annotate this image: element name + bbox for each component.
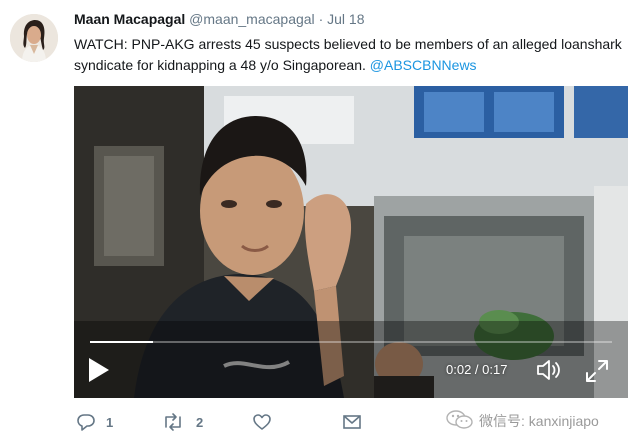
play-icon	[89, 358, 109, 382]
tweet-date[interactable]: Jul 18	[327, 11, 364, 27]
reply-icon	[77, 414, 95, 431]
progress-bar[interactable]	[90, 341, 612, 343]
heart-icon	[253, 414, 271, 430]
envelope-icon	[343, 415, 361, 429]
author-name[interactable]: Maan Macapagal	[74, 11, 185, 27]
fullscreen-icon	[586, 360, 608, 382]
reply-count: 1	[106, 415, 114, 430]
mention-link[interactable]: @ABSCBNNews	[370, 57, 477, 73]
retweet-count: 2	[196, 415, 204, 430]
retweet-icon	[165, 413, 181, 431]
volume-button[interactable]	[536, 358, 564, 382]
tweet-body: WATCH: PNP-AKG arrests 45 suspects belie…	[74, 36, 622, 73]
like-button[interactable]	[252, 412, 274, 434]
author-avatar[interactable]	[10, 14, 58, 62]
fullscreen-button[interactable]	[584, 358, 610, 384]
tweet-header: Maan Macapagal @maan_macapagal · Jul 18	[74, 11, 364, 27]
wechat-icon	[446, 410, 473, 429]
video-time: 0:02 / 0:17	[446, 362, 508, 377]
reply-button[interactable]: 1	[76, 412, 126, 434]
video-player[interactable]: 0:02 / 0:17	[74, 86, 628, 398]
watermark-text: 微信号: kanxinjiapo	[479, 413, 599, 429]
volume-icon	[537, 360, 560, 380]
avatar-image	[10, 14, 58, 62]
progress-fill	[90, 341, 153, 343]
video-frame	[74, 86, 628, 398]
tweet-text: WATCH: PNP-AKG arrests 45 suspects belie…	[74, 34, 626, 76]
direct-message-button[interactable]	[342, 412, 364, 434]
header-separator: ·	[318, 11, 324, 27]
author-handle[interactable]: @maan_macapagal	[189, 11, 315, 27]
play-button[interactable]	[86, 356, 112, 384]
retweet-button[interactable]: 2	[162, 412, 212, 434]
